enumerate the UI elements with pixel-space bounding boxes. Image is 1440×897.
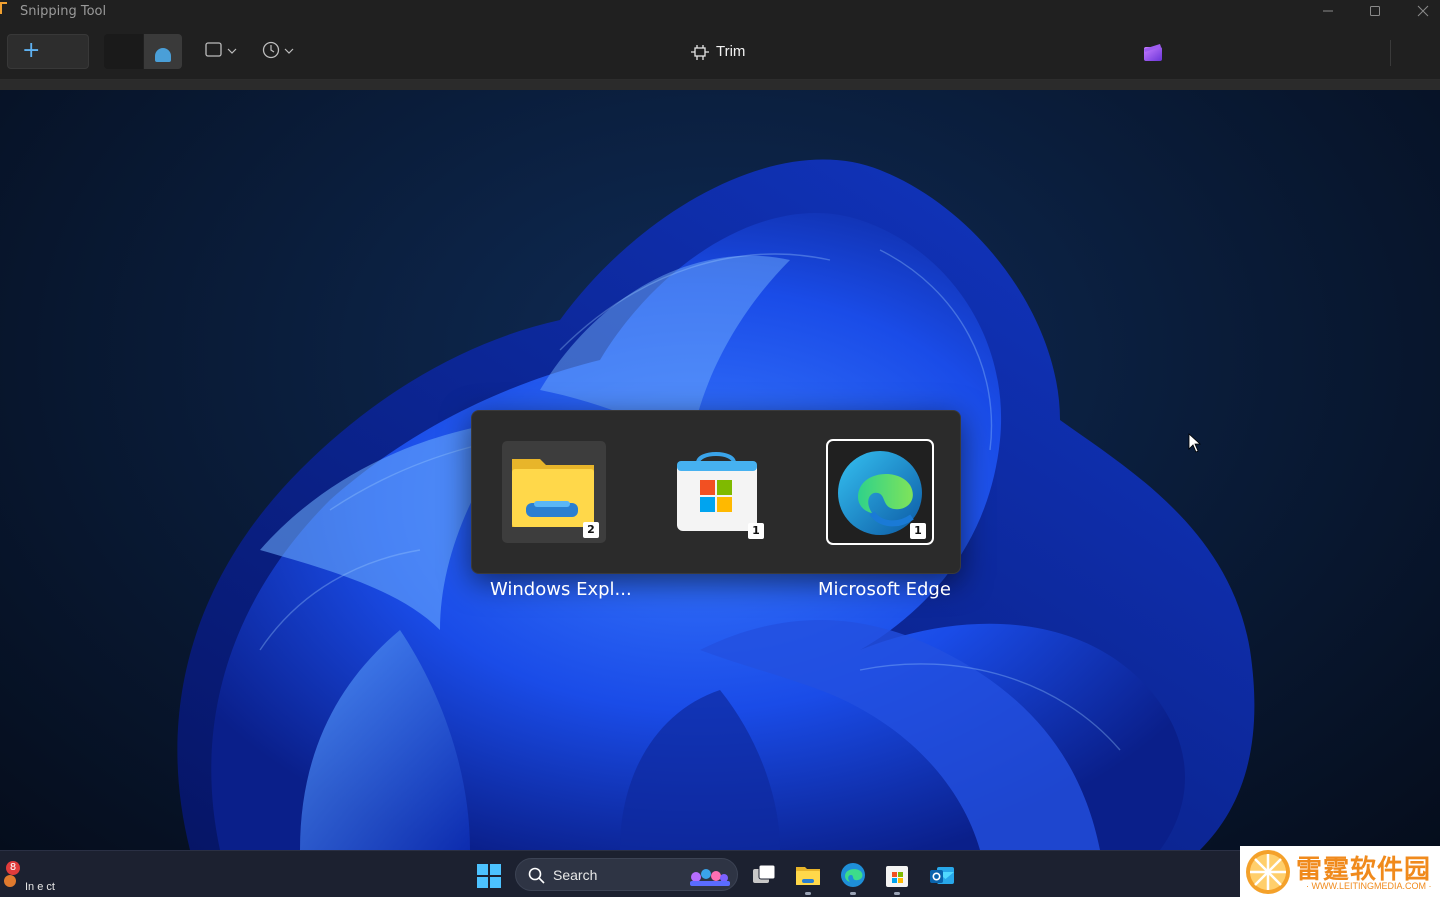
outlook-icon	[930, 867, 954, 884]
snip-shape-dropdown[interactable]	[204, 40, 244, 62]
search-highlight-art	[690, 869, 730, 886]
minimize-icon	[1323, 10, 1333, 12]
taskbar-outlook[interactable]	[927, 860, 957, 890]
close-button[interactable]	[1400, 0, 1440, 22]
site-watermark: 雷霆软件园 · WWW.LEITINGMEDIA.COM ·	[1240, 846, 1440, 897]
switcher-item-windows-explorer[interactable]: 2 Windows Expl...	[490, 441, 632, 600]
new-snip-button[interactable]: +	[7, 34, 89, 69]
window-title: Snipping Tool	[20, 4, 107, 19]
weather-icon	[4, 875, 16, 887]
toolbar-bottom-strip	[0, 80, 1440, 90]
trim-label: Trim	[716, 43, 746, 60]
start-icon	[477, 864, 501, 888]
taskbar-file-explorer[interactable]	[793, 860, 823, 890]
file-explorer-icon	[796, 867, 820, 885]
photo-mode-button[interactable]	[104, 34, 143, 69]
window-count-badge: 1	[910, 523, 926, 539]
minimize-button[interactable]	[1305, 0, 1351, 22]
watermark-subtitle: · WWW.LEITINGMEDIA.COM ·	[1306, 881, 1432, 891]
search-label: Search	[553, 867, 598, 883]
switcher-item-label: Microsoft Edge	[818, 579, 951, 600]
close-icon	[1417, 5, 1429, 17]
video-mode-button[interactable]	[144, 34, 182, 69]
taskbar-edge[interactable]	[838, 860, 868, 890]
task-view-icon	[753, 864, 776, 883]
capture-mode-toggle	[104, 34, 182, 69]
new-snip-icon: +	[22, 38, 41, 63]
trim-button[interactable]: Trim	[690, 41, 760, 63]
maximize-button[interactable]	[1352, 0, 1398, 22]
rectangle-shape-icon	[205, 42, 237, 57]
mouse-cursor	[1188, 433, 1202, 453]
switcher-item-microsoft-store[interactable]: 1	[665, 441, 771, 545]
video-mode-icon	[155, 48, 171, 62]
search-icon	[528, 867, 545, 884]
timer-icon	[262, 41, 294, 59]
taskbar: 8 In e ct Search	[0, 850, 1440, 897]
microsoft-store-icon	[886, 866, 908, 887]
switcher-item-label: Windows Expl...	[490, 579, 632, 600]
switcher-item-microsoft-edge[interactable]: 1 Microsoft Edge	[818, 439, 951, 600]
task-view-button[interactable]	[749, 860, 779, 890]
clipchamp-icon[interactable]	[1144, 44, 1162, 61]
start-button[interactable]	[474, 860, 504, 890]
running-indicator	[894, 892, 900, 895]
maximize-icon	[1370, 6, 1380, 16]
weather-text: In e ct	[25, 881, 55, 893]
taskbar-microsoft-store[interactable]	[882, 860, 912, 890]
orange-slice-logo	[1246, 850, 1290, 894]
running-indicator	[850, 892, 856, 895]
snipping-tool-app-icon	[0, 2, 7, 14]
title-bar: Snipping Tool	[0, 0, 1440, 24]
timer-dropdown[interactable]	[261, 40, 301, 62]
toolbar: + Trim	[0, 24, 1440, 80]
taskbar-search[interactable]: Search	[515, 858, 738, 891]
trim-icon	[691, 45, 709, 60]
task-switcher: 2 Windows Expl... 1 1 Microsoft Edge	[471, 410, 961, 600]
edge-icon	[841, 863, 865, 887]
weather-widget[interactable]: 8 In e ct	[0, 857, 90, 893]
window-count-badge: 1	[748, 523, 764, 539]
running-indicator	[805, 892, 811, 895]
window-count-badge: 2	[583, 522, 599, 538]
toolbar-divider	[1390, 40, 1391, 66]
